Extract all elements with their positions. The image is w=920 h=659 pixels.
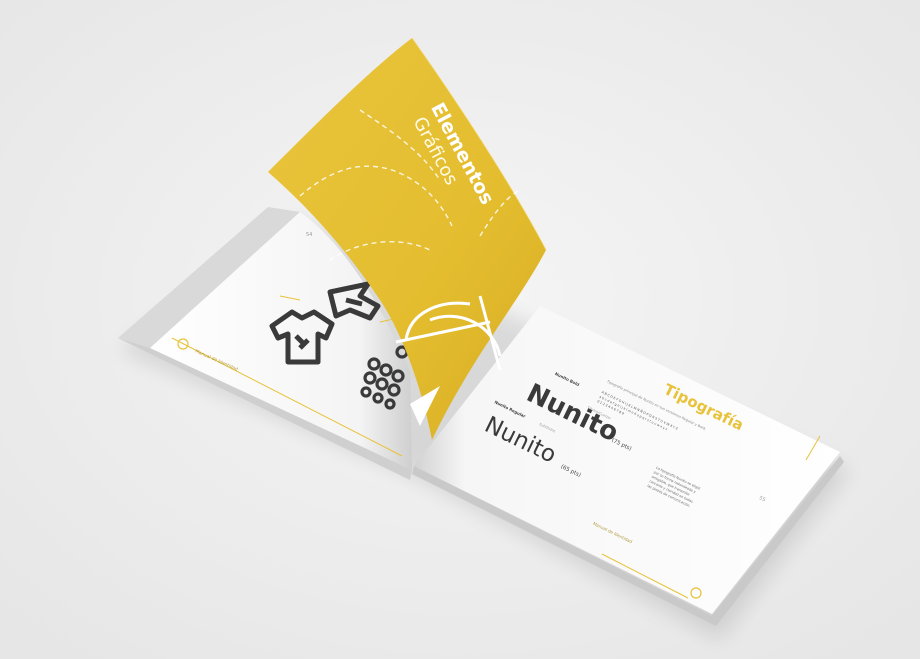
left-page-number: 54 [306,232,312,238]
book-mockup-photo: Manual de Identidad 54 Tipografía Tipogr… [0,0,920,659]
photo-scene: Manual de Identidad 54 Tipografía Tipogr… [0,0,920,659]
